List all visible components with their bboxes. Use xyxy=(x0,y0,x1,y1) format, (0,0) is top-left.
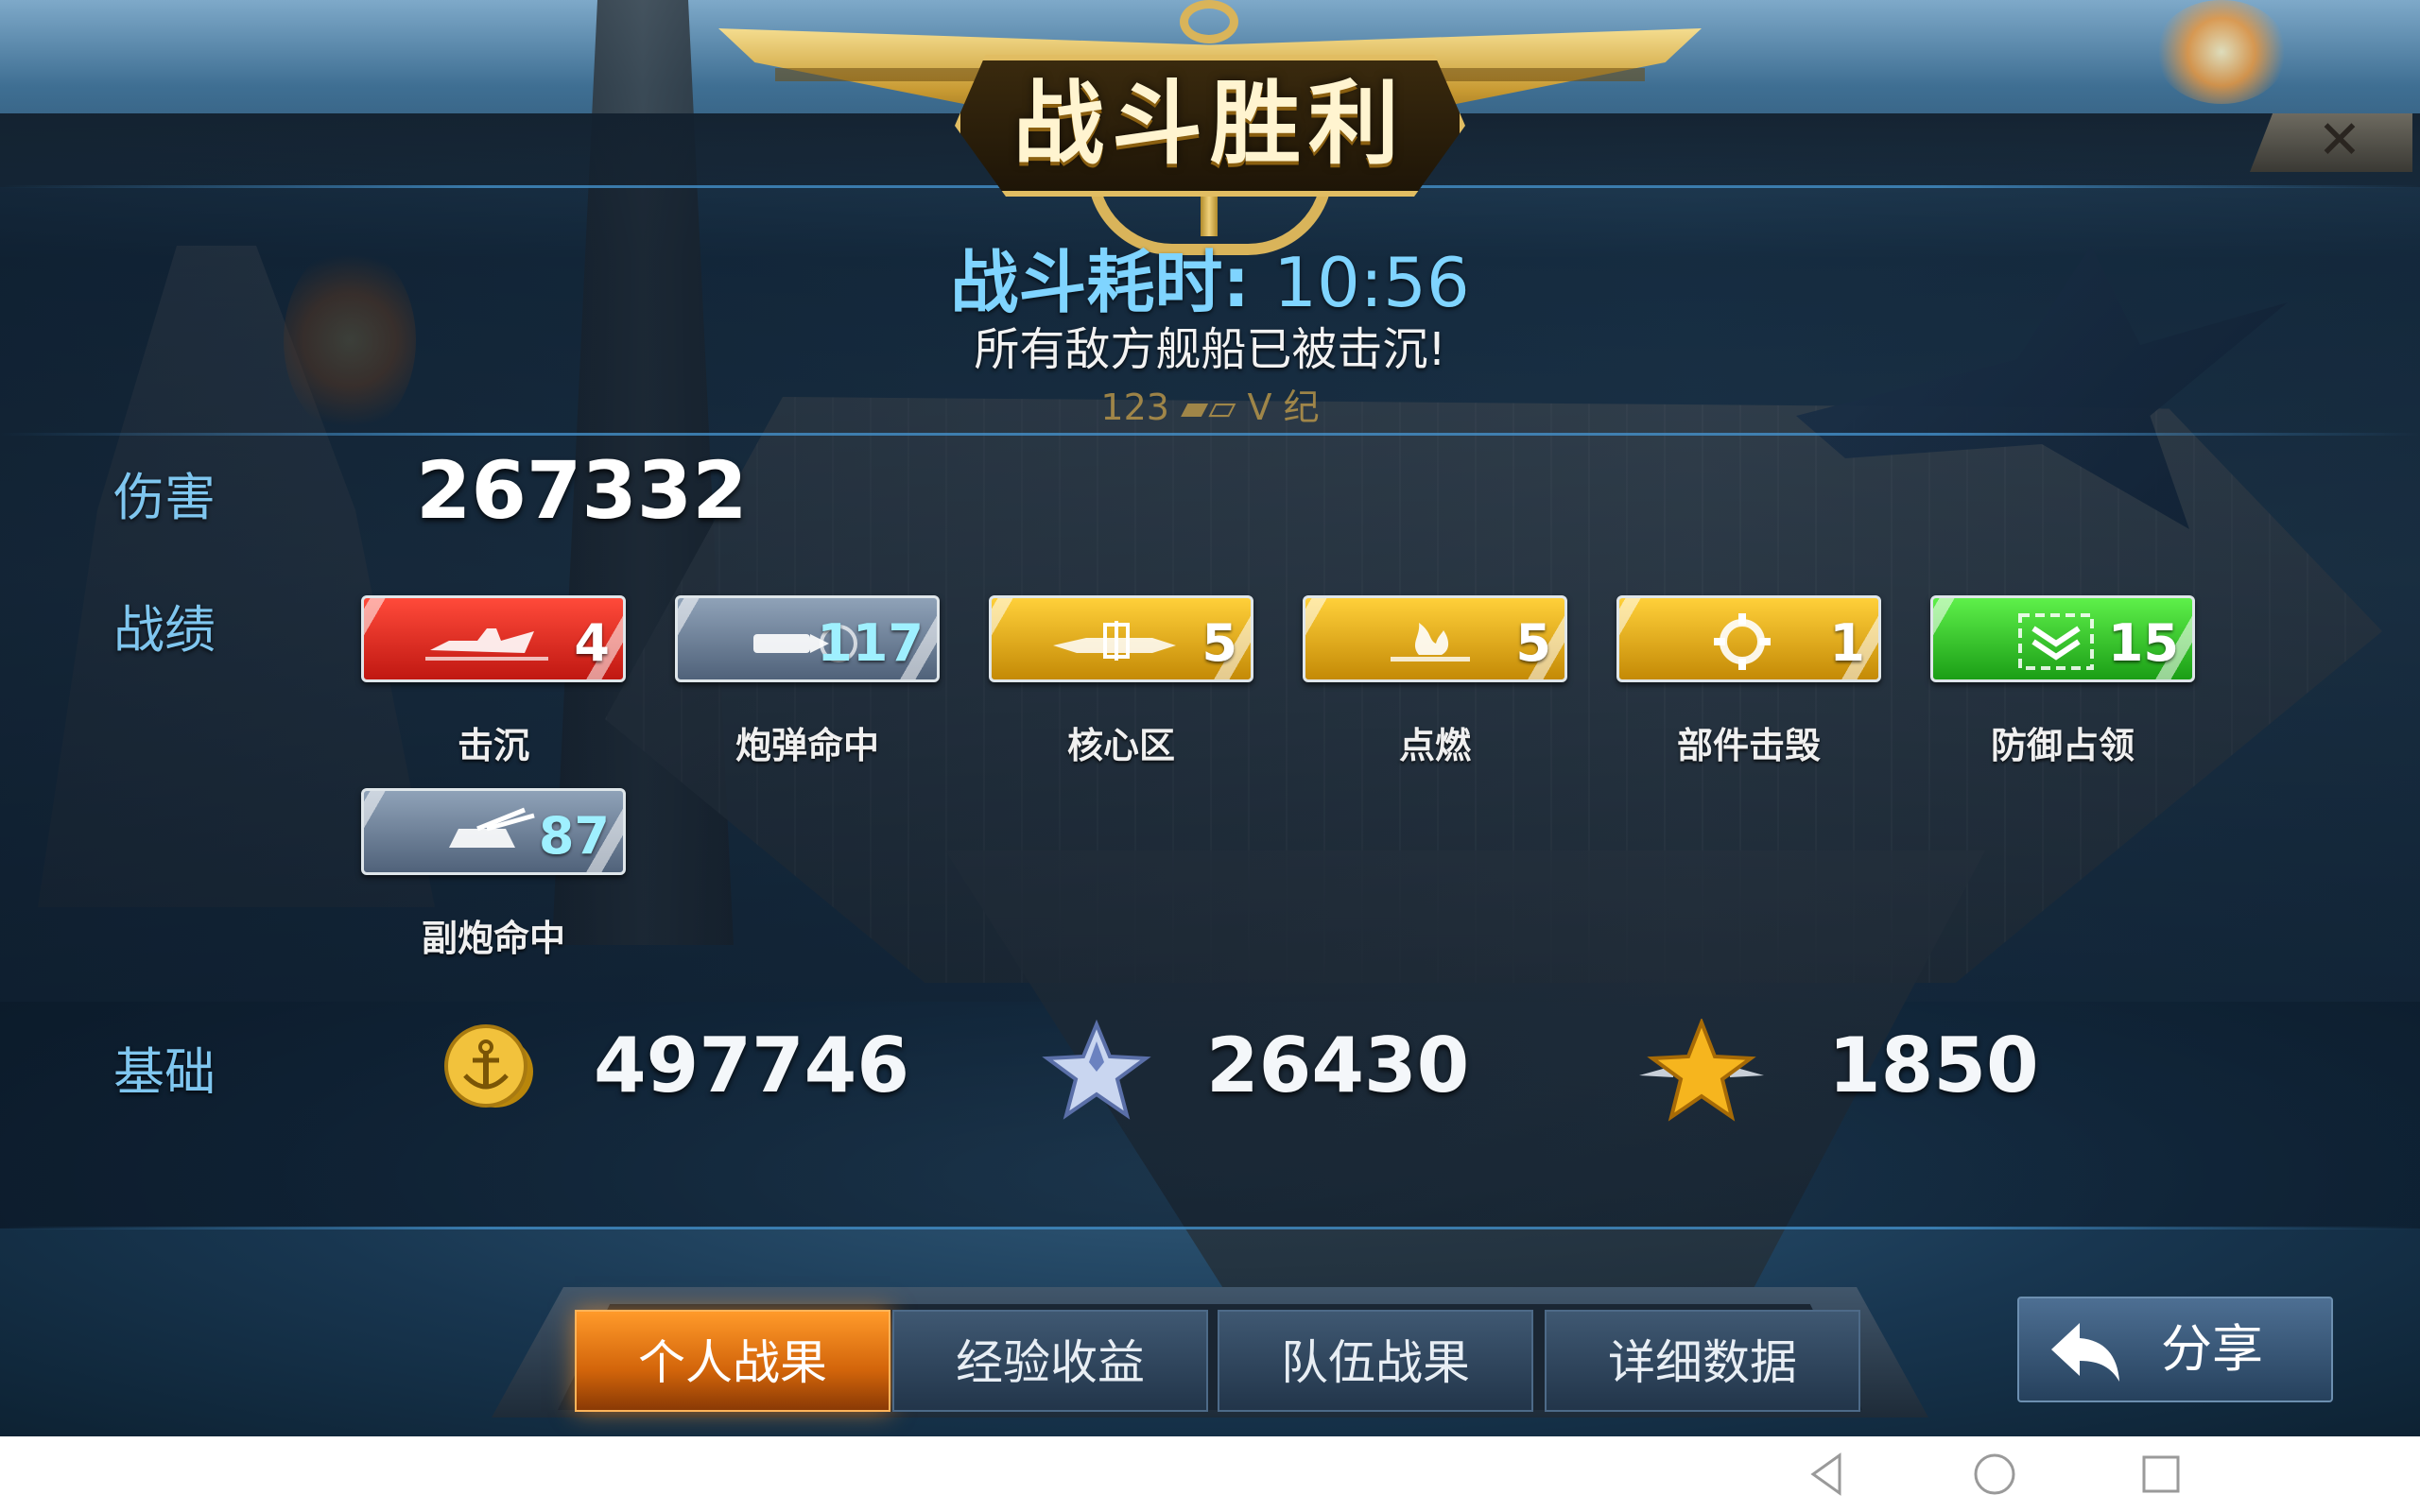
close-icon[interactable]: ✕ xyxy=(2269,112,2411,170)
silver-exp-value: 26430 xyxy=(1206,1022,1470,1109)
recent-apps-icon[interactable] xyxy=(2135,1448,2187,1501)
tab-team-results[interactable]: 队伍战果 xyxy=(1218,1310,1533,1412)
defense-capture-icon xyxy=(2018,613,2094,670)
tab-detailed-data[interactable]: 详细数据 xyxy=(1545,1310,1860,1412)
victory-title: 战斗胜利 xyxy=(1013,70,1407,177)
fire-icon xyxy=(1391,623,1470,662)
system-navigation-bar xyxy=(0,1436,2420,1512)
gold-star-icon xyxy=(1639,1019,1764,1122)
share-label: 分享 xyxy=(2161,1319,2263,1379)
stat-badge-secondary-hits[interactable]: 87 xyxy=(361,788,626,875)
silver-star-icon xyxy=(1042,1019,1151,1120)
stat-label: 击沉 xyxy=(457,725,529,766)
stat-label: 部件击毁 xyxy=(1676,725,1821,766)
stat-value: 5 xyxy=(1201,613,1237,673)
stat-label: 防御占领 xyxy=(1990,725,2135,766)
stat-badge-defense-capture[interactable]: 15 xyxy=(1930,595,2195,682)
share-button[interactable]: 分享 xyxy=(2017,1297,2333,1402)
battle-result-screen: 战斗胜利 ✕ 战斗耗时: 10:56 所有敌方舰船已被击沉! 123 ▰▱ V … xyxy=(0,0,2420,1512)
record-label: 战绩 xyxy=(113,600,216,660)
duration-label: 战斗耗时: xyxy=(950,243,1274,322)
gold-exp-value: 1850 xyxy=(1828,1022,2039,1109)
secondary-gun-icon xyxy=(449,807,535,848)
stat-value: 1 xyxy=(1829,613,1865,673)
stat-badge-parts-destroyed[interactable]: 1 xyxy=(1616,595,1881,682)
tab-experience-gains[interactable]: 经验收益 xyxy=(892,1310,1208,1412)
anchor-ring-icon xyxy=(1180,0,1238,43)
stat-badge-sunk[interactable]: 4 xyxy=(361,595,626,682)
coins-value: 497746 xyxy=(594,1022,909,1109)
duration-value: 10:56 xyxy=(1273,243,1470,322)
stat-value: 15 xyxy=(2107,613,2179,673)
stat-badge-shell-hits[interactable]: 117 xyxy=(675,595,940,682)
damage-value: 267332 xyxy=(416,444,748,537)
battle-duration: 战斗耗时: 10:56 xyxy=(945,227,1475,322)
basic-label: 基础 xyxy=(113,1042,216,1102)
stat-value: 87 xyxy=(538,806,610,866)
stat-badge-ignite[interactable]: 5 xyxy=(1303,595,1567,682)
stat-value: 117 xyxy=(817,613,924,673)
stat-value: 5 xyxy=(1515,613,1551,673)
home-icon[interactable] xyxy=(1968,1448,2021,1501)
tab-personal-results[interactable]: 个人战果 xyxy=(575,1310,890,1412)
victory-message: 所有敌方舰船已被击沉! xyxy=(974,323,1446,376)
sunk-ship-icon xyxy=(425,628,548,661)
stat-label: 副炮命中 xyxy=(421,918,565,959)
core-zone-icon xyxy=(1053,621,1176,661)
explosion-effect-top xyxy=(2155,0,2288,104)
divider-line xyxy=(0,1227,2420,1229)
stat-label: 炮弹命中 xyxy=(735,725,879,766)
stat-badge-core-zone[interactable]: 5 xyxy=(989,595,1253,682)
stat-label: 点燃 xyxy=(1398,725,1471,766)
back-icon[interactable] xyxy=(1802,1448,1855,1501)
stat-value: 4 xyxy=(574,613,610,673)
damage-label: 伤害 xyxy=(113,468,216,527)
divider-line xyxy=(0,433,2420,436)
share-arrow-icon xyxy=(2051,1323,2119,1382)
faded-watermark-text: 123 ▰▱ V 纪 xyxy=(1100,387,1320,428)
stat-label: 核心区 xyxy=(1066,725,1175,766)
anchor-coin-icon xyxy=(444,1024,533,1108)
gear-broken-icon xyxy=(1714,613,1771,670)
